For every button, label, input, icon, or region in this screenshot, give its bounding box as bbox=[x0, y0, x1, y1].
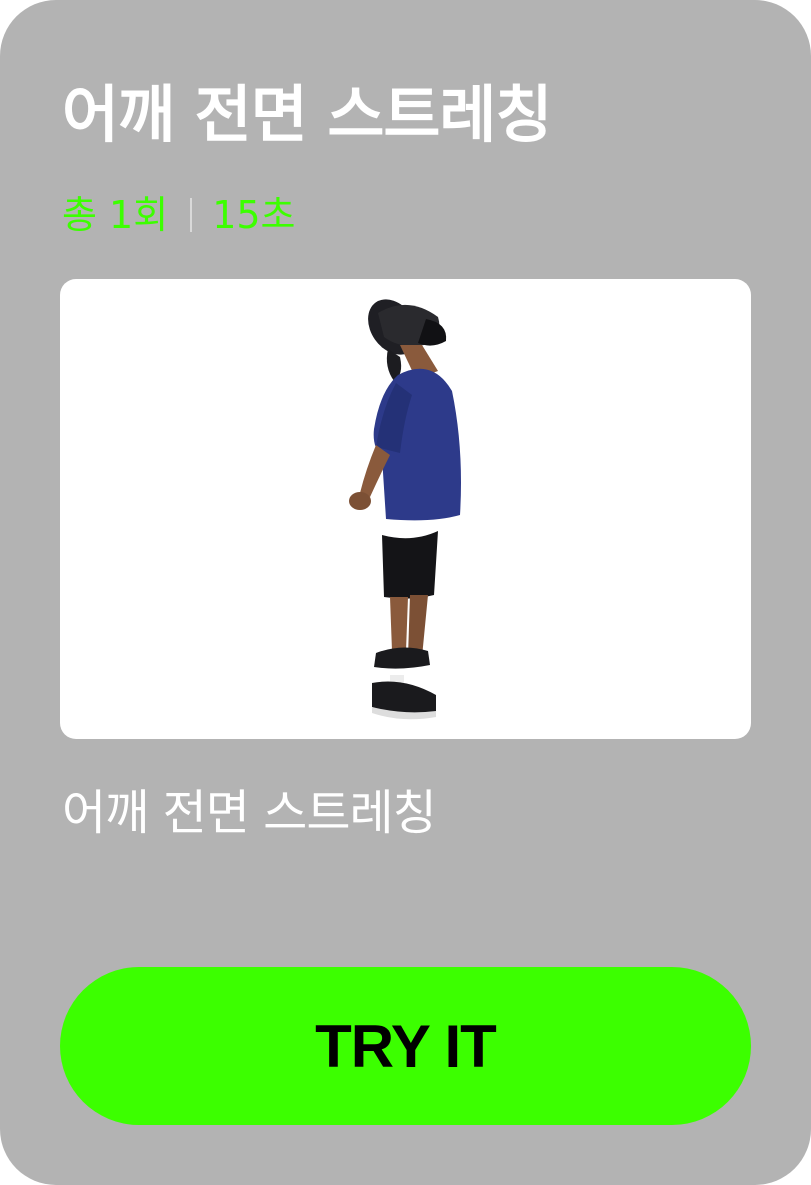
exercise-image bbox=[60, 279, 751, 739]
exercise-title: 어깨 전면 스트레칭 bbox=[62, 78, 552, 151]
exercise-card: 어깨 전면 스트레칭 총 1회 15초 어깨 전면 스트레칭 TRY IT bbox=[0, 0, 811, 1185]
duration: 15초 bbox=[212, 193, 296, 237]
exercise-meta: 총 1회 15초 bbox=[62, 190, 296, 240]
sets-count: 총 1회 bbox=[62, 193, 169, 237]
person-stretch-icon bbox=[349, 299, 461, 720]
try-it-button[interactable]: TRY IT bbox=[60, 967, 751, 1125]
meta-divider bbox=[190, 198, 193, 232]
exercise-description: 어깨 전면 스트레칭 bbox=[62, 785, 437, 841]
